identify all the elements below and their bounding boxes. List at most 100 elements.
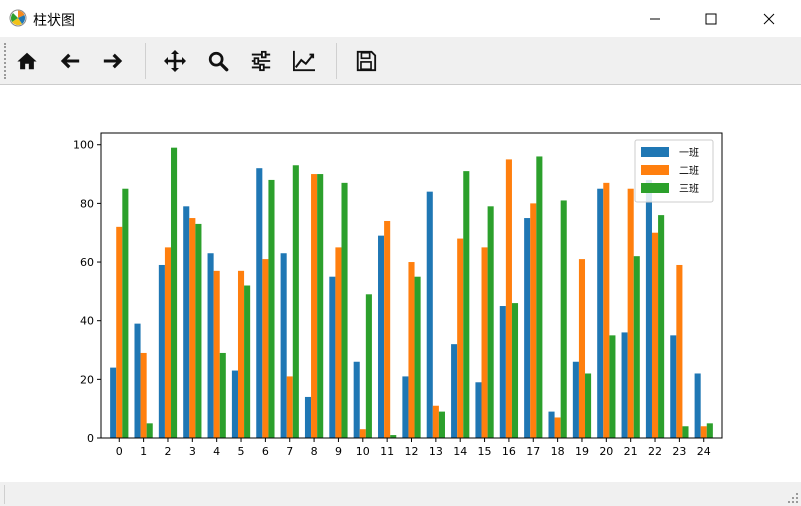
bar-1-20 <box>603 182 610 438</box>
bar-0-12 <box>402 376 409 438</box>
pan-button[interactable] <box>158 44 192 78</box>
x-tick-label: 1 <box>140 445 147 458</box>
legend-swatch-1 <box>641 165 669 175</box>
bar-2-4 <box>219 352 226 438</box>
save-icon <box>356 50 377 72</box>
bar-2-0 <box>122 188 129 438</box>
x-tick-label: 16 <box>502 445 516 458</box>
x-tick-label: 5 <box>238 445 245 458</box>
navigation-toolbar <box>0 37 801 85</box>
x-tick-label: 3 <box>189 445 196 458</box>
close-button[interactable] <box>746 0 792 37</box>
bar-2-14 <box>463 171 470 438</box>
bar-0-14 <box>451 344 458 438</box>
bar-0-17 <box>524 218 531 438</box>
toolbar-grip[interactable] <box>4 43 8 79</box>
bar-2-24 <box>706 423 713 438</box>
bar-2-13 <box>438 411 445 438</box>
bar-0-22 <box>645 179 652 438</box>
legend-swatch-2 <box>641 183 669 193</box>
bar-2-1 <box>146 423 153 438</box>
x-tick-label: 20 <box>599 445 613 458</box>
bar-1-14 <box>457 238 464 438</box>
x-tick-label: 24 <box>697 445 711 458</box>
chart-edit-icon <box>293 50 315 72</box>
bar-2-6 <box>268 179 275 438</box>
forward-button[interactable] <box>96 44 130 78</box>
bar-1-23 <box>676 264 683 438</box>
bar-2-19 <box>585 373 592 438</box>
x-tick-label: 12 <box>405 445 419 458</box>
bar-0-23 <box>670 335 677 438</box>
title-bar: 柱状图 <box>0 0 801 37</box>
x-tick-label: 0 <box>116 445 123 458</box>
bar-0-24 <box>694 373 701 438</box>
bar-2-3 <box>195 223 202 438</box>
subplots-button[interactable] <box>244 44 278 78</box>
maximize-button[interactable] <box>688 0 734 37</box>
customize-button[interactable] <box>287 44 321 78</box>
bar-1-11 <box>384 220 391 438</box>
bar-0-9 <box>329 276 336 438</box>
bar-0-0 <box>110 367 117 438</box>
x-tick-label: 10 <box>356 445 370 458</box>
maximize-icon <box>705 13 717 24</box>
resize-grip-icon[interactable] <box>788 493 798 503</box>
bar-2-17 <box>536 156 543 438</box>
minimize-button[interactable] <box>632 0 678 37</box>
bar-1-4 <box>213 270 220 438</box>
bar-2-16 <box>511 303 519 438</box>
bar-0-8 <box>304 396 312 438</box>
zoom-icon <box>208 51 229 72</box>
bar-chart: 0204060801000 1 2 3 4 5 6 7 8 9 10 11 12 13 14 15 16 17 18… <box>73 132 723 458</box>
save-button[interactable] <box>349 44 383 78</box>
toolbar-separator <box>145 43 146 79</box>
bar-0-6 <box>256 168 263 438</box>
figure-canvas[interactable]: 0 20 40 60 80 100 0 1 2 3 4 5 6 7 8 9 10 11 12 13 14 15 16 17 18… <box>0 85 801 482</box>
bar-0-2 <box>158 264 165 438</box>
legend-label-2: 三班 <box>679 183 699 195</box>
bar-2-20 <box>609 335 616 438</box>
bar-2-9 <box>341 182 348 438</box>
legend-label-0: 一班 <box>679 147 699 159</box>
bar-1-3 <box>189 218 196 438</box>
x-tick-label: 23 <box>672 445 686 458</box>
bar-2-5 <box>244 285 251 438</box>
bar-1-13 <box>432 405 439 438</box>
x-tick-label: 7 <box>286 445 293 458</box>
bar-1-17 <box>530 203 537 438</box>
bar-0-11 <box>378 235 385 438</box>
y-tick-label: 100 <box>73 139 94 152</box>
bar-1-7 <box>286 376 293 438</box>
bar-2-22 <box>658 215 665 438</box>
x-tick-label: 17 <box>526 445 540 458</box>
x-tick-label: 9 <box>335 445 342 458</box>
bar-0-20 <box>597 188 604 438</box>
arrow-left-icon <box>60 53 80 69</box>
x-tick-label: 22 <box>648 445 662 458</box>
bar-2-2 <box>171 147 178 438</box>
x-tick-label: 11 <box>380 445 394 458</box>
bar-2-18 <box>560 200 567 438</box>
x-tick-label: 13 <box>429 445 443 458</box>
x-tick-label: 21 <box>624 445 638 458</box>
x-tick-label: 18 <box>551 445 565 458</box>
x-tick-label: 15 <box>478 445 492 458</box>
legend-swatch-0 <box>641 147 669 157</box>
x-tick-label: 14 <box>453 445 467 458</box>
home-button[interactable] <box>10 44 44 78</box>
toolbar-separator <box>336 43 337 79</box>
bar-1-12 <box>408 262 415 438</box>
y-tick-label: 60 <box>80 256 94 269</box>
bar-2-23 <box>682 426 689 438</box>
bar-0-1 <box>134 323 141 438</box>
bar-0-15 <box>475 382 482 438</box>
x-tick-label: 8 <box>311 445 318 458</box>
bar-1-16 <box>505 159 512 438</box>
minimize-icon <box>650 18 660 19</box>
bar-1-18 <box>554 417 561 438</box>
back-button[interactable] <box>53 44 87 78</box>
bar-0-13 <box>426 191 433 438</box>
bar-1-5 <box>237 270 245 438</box>
zoom-button[interactable] <box>201 44 235 78</box>
